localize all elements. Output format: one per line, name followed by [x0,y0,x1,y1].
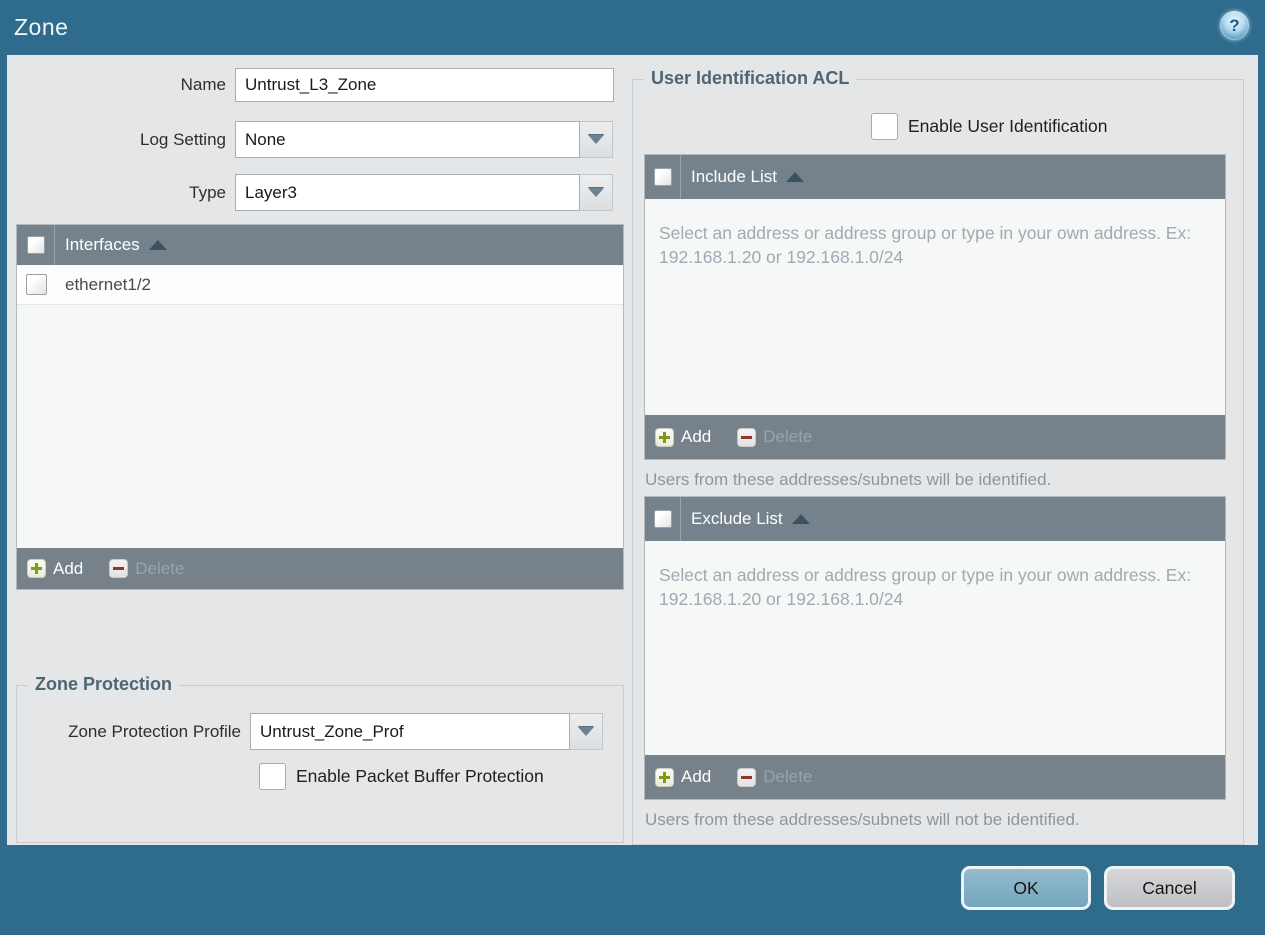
include-list-caption: Users from these addresses/subnets will … [645,470,1052,489]
interface-row[interactable]: ethernet1/2 [17,265,623,305]
include-list-header[interactable]: Include List [645,155,1225,199]
sort-ascending-icon [148,240,167,250]
minus-icon [737,427,757,447]
include-delete-label: Delete [763,427,813,446]
include-list-table: Include List Select an address or addres… [644,154,1226,460]
packet-buffer-protection-checkbox[interactable] [259,763,286,790]
log-setting-dropdown-button[interactable] [580,121,613,158]
user-identification-acl-legend: User Identification ACL [644,68,857,89]
exclude-select-all-checkbox[interactable] [653,510,672,528]
exclude-list-caption: Users from these addresses/subnets will … [645,810,1080,829]
plus-icon [655,427,674,447]
interfaces-toolbar: Add Delete [17,548,623,589]
zone-protection-profile-input[interactable] [250,713,570,750]
name-row: Name [7,68,614,102]
interfaces-select-all-checkbox[interactable] [26,236,45,254]
exclude-list-placeholder: Select an address or address group or ty… [659,565,1192,610]
type-input[interactable] [235,174,580,211]
chevron-down-icon [578,727,594,736]
interface-row-label: ethernet1/2 [65,274,152,294]
include-list-header-label: Include List [691,167,777,186]
plus-icon [655,767,674,787]
exclude-select-all-cell [645,497,681,541]
interfaces-body: ethernet1/2 [17,265,623,548]
name-input[interactable] [235,68,614,102]
exclude-list-toolbar: Add Delete [645,755,1225,799]
interface-row-checkbox-cell [17,274,55,295]
type-combo [235,174,613,211]
interfaces-select-all-cell [17,225,55,265]
enable-user-identification-checkbox[interactable] [871,113,898,140]
user-identification-acl-section: User Identification ACL Enable User Iden… [632,68,1244,845]
include-select-all-cell [645,155,681,199]
plus-icon [27,559,46,578]
zone-protection-profile-combo [250,713,603,750]
exclude-list-header[interactable]: Exclude List [645,497,1225,541]
exclude-delete-label: Delete [763,767,813,786]
packet-buffer-protection-label: Enable Packet Buffer Protection [296,766,544,786]
type-dropdown-button[interactable] [580,174,613,211]
minus-icon [109,559,129,578]
minus-icon [737,767,757,787]
include-list-body[interactable]: Select an address or address group or ty… [645,199,1225,415]
chevron-down-icon [588,188,604,197]
log-setting-combo [235,121,613,158]
zone-protection-profile-row: Zone Protection Profile [0,713,603,750]
interface-row-checkbox[interactable] [25,274,47,295]
zone-protection-section: Zone Protection Zone Protection Profile … [16,674,624,843]
name-label: Name [180,75,226,94]
packet-buffer-protection-row: Enable Packet Buffer Protection [259,763,544,790]
sort-ascending-icon [791,514,810,524]
log-setting-label: Log Setting [139,129,226,149]
dialog-content: Name Log Setting Type [7,55,1258,845]
exclude-add-button[interactable]: Add [655,767,711,787]
exclude-list-header-label: Exclude List [691,509,783,528]
dialog-title: Zone [14,14,69,40]
help-icon[interactable]: ? [1220,11,1249,40]
type-row: Type [7,174,613,211]
include-list-placeholder: Select an address or address group or ty… [659,223,1192,268]
include-select-all-checkbox[interactable] [653,168,672,186]
zone-protection-profile-label: Zone Protection Profile [68,721,241,741]
interfaces-table: Interfaces ethernet1/2 Add Delete [16,224,624,590]
exclude-add-label: Add [681,767,712,786]
include-add-label: Add [681,427,712,446]
include-add-button[interactable]: Add [655,427,711,447]
enable-user-identification-row: Enable User Identification [871,113,1107,140]
ok-button[interactable]: OK [961,866,1091,910]
zone-protection-legend: Zone Protection [28,674,180,695]
zone-protection-profile-dropdown-button[interactable] [570,713,603,750]
log-setting-row: Log Setting [7,121,613,158]
interfaces-add-button[interactable]: Add [27,559,83,579]
enable-user-identification-label: Enable User Identification [908,116,1108,136]
zone-dialog: Zone ? Name Log Setting Type [0,0,1265,935]
chevron-down-icon [588,135,604,144]
exclude-list-table: Exclude List Select an address or addres… [644,496,1226,800]
sort-ascending-icon [786,172,804,182]
type-label: Type [189,182,226,202]
include-delete-button[interactable]: Delete [737,427,812,447]
interfaces-add-label: Add [53,558,84,578]
exclude-delete-button[interactable]: Delete [737,767,812,787]
interfaces-header[interactable]: Interfaces [17,225,623,265]
interfaces-delete-label: Delete [135,558,185,578]
interfaces-delete-button[interactable]: Delete [109,559,184,579]
exclude-list-body[interactable]: Select an address or address group or ty… [645,541,1225,755]
dialog-titlebar: Zone ? [0,0,1265,55]
interfaces-header-label: Interfaces [65,235,140,254]
log-setting-input[interactable] [235,121,580,158]
include-list-toolbar: Add Delete [645,415,1225,459]
cancel-button[interactable]: Cancel [1104,866,1235,910]
